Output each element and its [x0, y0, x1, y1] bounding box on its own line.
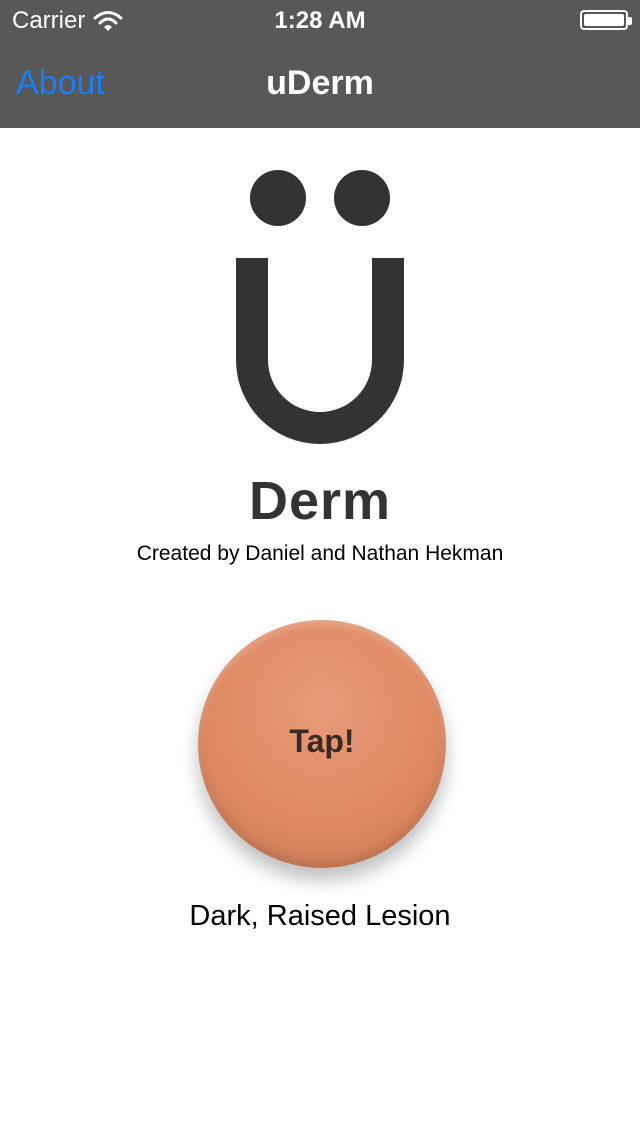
tap-button[interactable]: Tap!	[198, 620, 446, 868]
credits-text: Created by Daniel and Nathan Hekman	[136, 542, 504, 565]
lesion-result-label: Dark, Raised Lesion	[189, 900, 451, 932]
battery-icon	[580, 10, 632, 30]
tap-button-label: Tap!	[289, 722, 355, 759]
brand-title: Derm	[248, 471, 392, 531]
nav-title: uDerm	[266, 64, 374, 102]
status-bar: Carrier 1:28 AM	[0, 0, 640, 40]
status-time: 1:28 AM	[274, 7, 366, 34]
battery-fill	[584, 14, 624, 26]
header: Carrier 1:28 AM About uDerm	[0, 0, 640, 128]
nav-bar: About uDerm	[0, 40, 640, 128]
u-umlaut-logo-graphic	[236, 170, 404, 444]
screen: Carrier 1:28 AM About uDerm Derm Created…	[0, 0, 640, 1136]
